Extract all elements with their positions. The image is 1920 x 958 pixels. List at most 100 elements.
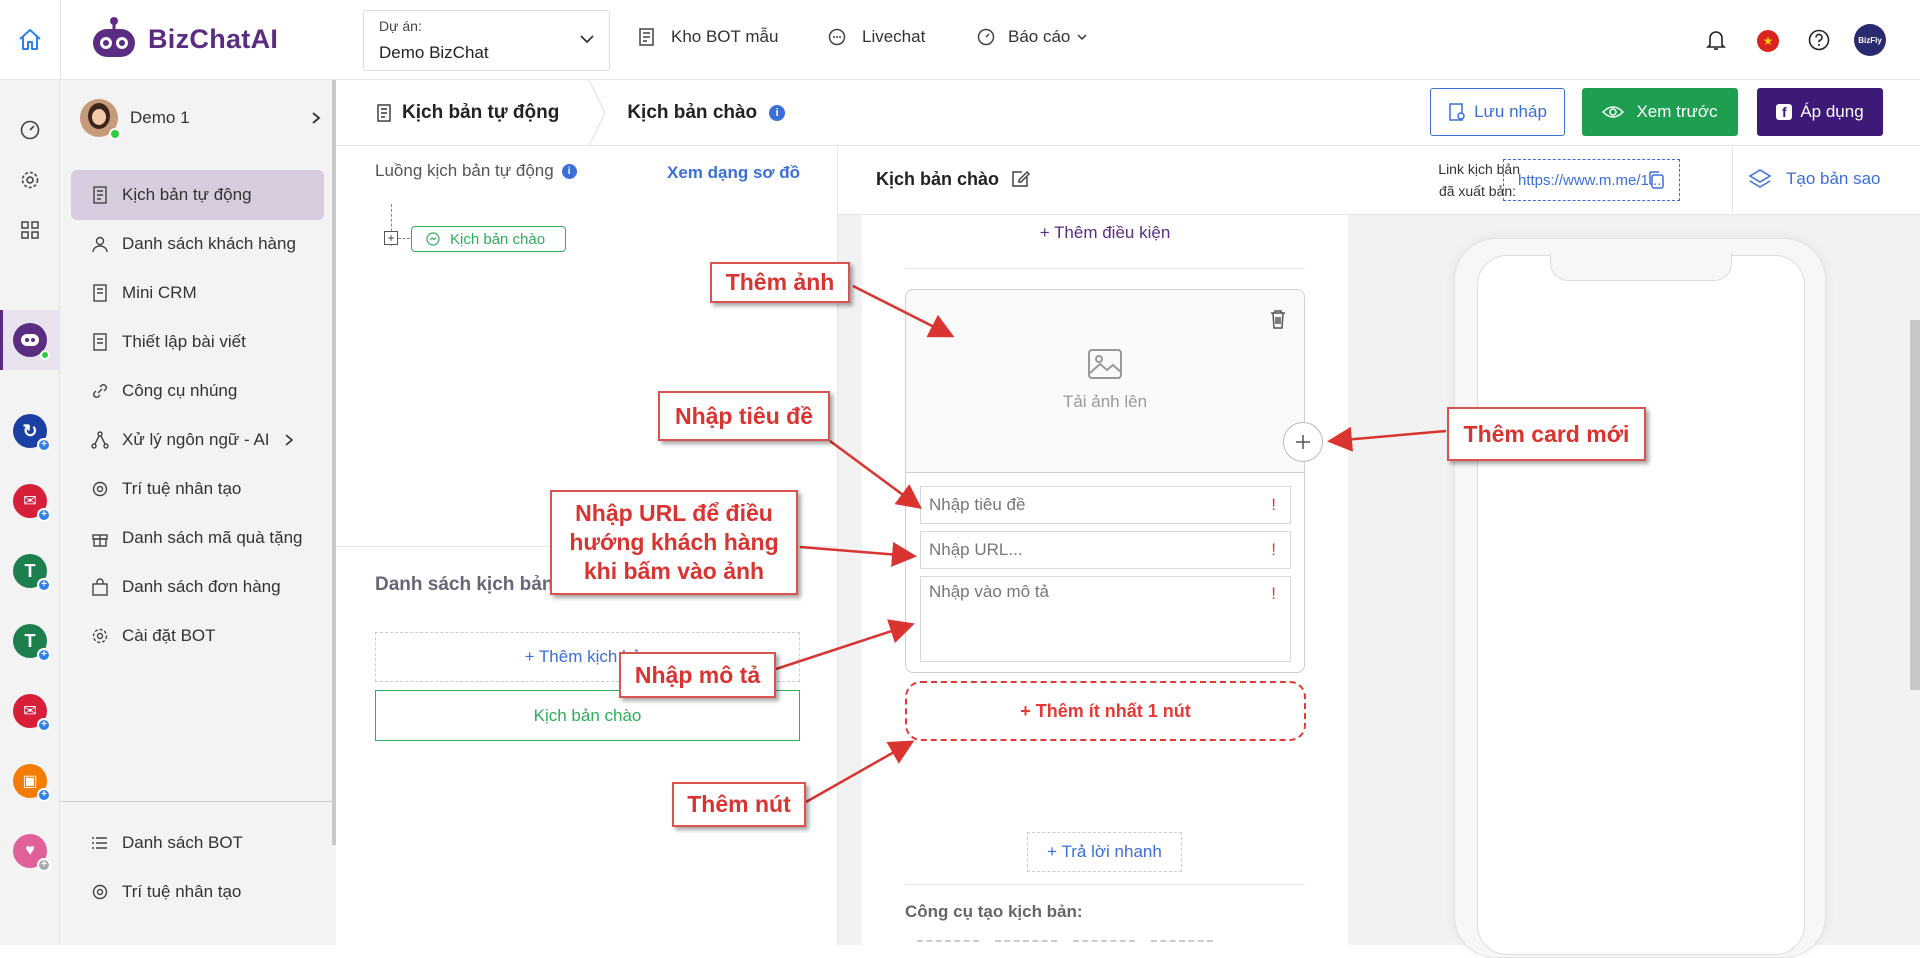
sidebar-item-khach-hang[interactable]: Danh sách khách hàng xyxy=(71,219,324,269)
sidebar-item-label: Xử lý ngôn ngữ - AI xyxy=(122,430,270,449)
shop-app-icon[interactable]: ▣ + xyxy=(13,764,51,802)
edit-icon[interactable] xyxy=(1009,168,1031,190)
apply-button[interactable]: f Áp dụng xyxy=(1757,88,1883,136)
script-icon xyxy=(90,185,110,205)
save-draft-label: Lưu nháp xyxy=(1474,102,1547,121)
tree-expand-icon[interactable]: + xyxy=(384,231,398,245)
info-icon[interactable]: i xyxy=(561,163,577,179)
callout-text-1: Nhập URL để điều xyxy=(575,500,773,526)
nav-label: Kho BOT mẫu xyxy=(671,27,779,46)
messenger-icon xyxy=(426,232,440,246)
project-label: Dự án: xyxy=(379,18,422,34)
published-link-field[interactable]: https://www.m.me/1... xyxy=(1503,159,1680,201)
callout-enter-desc: Nhập mô tả xyxy=(619,652,776,698)
bizchat-app-icon[interactable] xyxy=(13,323,50,360)
editor-title-row: Kịch bản chào Link kịch bản đã xuất bản:… xyxy=(838,146,1920,215)
project-value: Demo BizChat xyxy=(379,43,489,62)
bell-icon[interactable] xyxy=(1705,28,1727,52)
desc-placeholder: Nhập vào mô tả xyxy=(929,582,1050,601)
add-button-label: + Thêm ít nhất 1 nút xyxy=(1020,700,1191,721)
sidebar-item-ma-qua-tang[interactable]: Danh sách mã quà tặng xyxy=(71,513,324,563)
sidebar-item-label: Kịch bản tự động xyxy=(122,185,252,204)
required-mark: ! xyxy=(1271,540,1276,559)
logo[interactable]: BizChatAI xyxy=(88,14,278,64)
vietnam-flag-icon[interactable]: ★ xyxy=(1757,30,1779,52)
sidebar-item-kich-ban[interactable]: Kịch bản tự động xyxy=(71,170,324,220)
trello-app-icon[interactable]: T + xyxy=(13,554,51,592)
callout-add-card: Thêm card mới xyxy=(1447,407,1646,461)
description-textarea[interactable]: Nhập vào mô tả ! xyxy=(920,576,1291,662)
sidebar-item-don-hang[interactable]: Danh sách đơn hàng xyxy=(71,562,324,612)
callout-text: Nhập tiêu đề xyxy=(674,402,813,429)
add-condition-button[interactable]: + Thêm điều kiện xyxy=(862,223,1348,243)
copy-icon[interactable] xyxy=(1647,170,1665,190)
clone-button[interactable]: Tạo bản sao xyxy=(1748,168,1881,190)
image-icon xyxy=(1088,349,1122,379)
add-card-button[interactable] xyxy=(1283,422,1323,462)
chevron-down-icon xyxy=(1077,34,1087,41)
avatar[interactable]: BizFly xyxy=(1854,24,1886,56)
callout-text-3: khi bấm vào ảnh xyxy=(583,558,765,584)
image-upload-area[interactable]: Tải ảnh lên xyxy=(906,290,1304,473)
gear-icon xyxy=(90,626,110,646)
sidebar-item-label: Công cụ nhúng xyxy=(122,381,238,400)
sidebar-item-tri-tue[interactable]: Trí tuệ nhân tạo xyxy=(71,464,324,514)
sidebar-item-mini-crm[interactable]: Mini CRM xyxy=(71,268,324,318)
top-bar: BizChatAI Dự án: Demo BizChat Kho BOT mẫ… xyxy=(0,0,1920,80)
url-placeholder: Nhập URL... xyxy=(929,540,1023,559)
grid-icon[interactable] xyxy=(12,212,48,248)
user-card[interactable]: Demo 1 xyxy=(80,94,325,142)
project-selector[interactable]: Dự án: Demo BizChat xyxy=(363,10,610,71)
facebook-icon: f xyxy=(1776,104,1793,120)
help-icon[interactable] xyxy=(1807,28,1831,52)
trash-icon[interactable] xyxy=(1268,308,1288,330)
layers-icon xyxy=(1748,169,1772,188)
breadcrumb-root[interactable]: Kịch bản tự động xyxy=(336,102,559,124)
sync-app-icon[interactable]: ↻ + xyxy=(13,414,51,452)
save-draft-button[interactable]: Lưu nháp xyxy=(1430,88,1565,136)
sidebar-item-cong-cu-nhung[interactable]: Công cụ nhúng xyxy=(71,366,324,416)
nav-label: Báo cáo xyxy=(1008,27,1071,46)
mail-app-icon-2[interactable]: ✉ + xyxy=(13,694,51,732)
flow-node[interactable]: Kịch bản chào xyxy=(411,226,566,252)
title-placeholder: Nhập tiêu đề xyxy=(929,495,1026,514)
heart-app-icon[interactable]: ♥ + xyxy=(13,834,51,872)
phone-screen xyxy=(1477,255,1805,955)
info-icon[interactable]: i xyxy=(769,105,786,121)
sidebar-item-cai-dat-bot[interactable]: Cài đặt BOT xyxy=(71,611,324,661)
gear-icon[interactable] xyxy=(12,162,48,198)
home-icon[interactable] xyxy=(16,26,44,54)
avatar-text: BizFly xyxy=(1858,35,1882,45)
nav-livechat[interactable]: Livechat xyxy=(827,27,925,47)
preview-button[interactable]: Xem trước xyxy=(1582,88,1738,136)
plus-icon xyxy=(1296,435,1310,449)
nlp-icon xyxy=(90,430,110,450)
upload-label: Tải ảnh lên xyxy=(1062,392,1148,411)
callout-enter-url: Nhập URL để điều hướng khách hàng khi bấ… xyxy=(550,490,798,595)
avatar xyxy=(80,99,121,140)
sidebar-item-tri-tue-2[interactable]: Trí tuệ nhân tạo xyxy=(71,867,324,917)
crm-icon xyxy=(90,283,110,303)
required-mark: ! xyxy=(1271,584,1276,603)
trello-app-icon-2[interactable]: T + xyxy=(13,624,51,662)
view-diagram-link[interactable]: Xem dạng sơ đồ xyxy=(667,163,800,183)
eye-icon xyxy=(1602,106,1625,118)
quick-reply-button[interactable]: + Trả lời nhanh xyxy=(1027,832,1182,872)
divider xyxy=(1732,146,1733,215)
chevron-right-icon xyxy=(312,112,321,124)
add-button-area[interactable]: + Thêm ít nhất 1 nút xyxy=(905,681,1306,741)
gauge-icon xyxy=(977,28,995,46)
sidebar-item-danh-sach-bot[interactable]: Danh sách BOT xyxy=(71,818,324,868)
sidebar-item-xu-ly-ngon-ngu[interactable]: Xử lý ngôn ngữ - AI xyxy=(71,415,324,465)
nav-kho-bot[interactable]: Kho BOT mẫu xyxy=(638,27,778,47)
chat-bubble-icon xyxy=(828,28,846,46)
sidebar-item-bai-viet[interactable]: Thiết lập bài viết xyxy=(71,317,324,367)
template-icon xyxy=(639,28,654,46)
page-scrollbar[interactable] xyxy=(1910,320,1920,690)
mail-app-icon[interactable]: ✉ + xyxy=(13,484,51,522)
title-input[interactable]: Nhập tiêu đề ! xyxy=(920,486,1291,524)
url-input[interactable]: Nhập URL... ! xyxy=(920,531,1291,569)
link-label-line-1: Link kịch bản xyxy=(1438,161,1520,177)
dashboard-icon[interactable] xyxy=(12,112,48,148)
nav-bao-cao[interactable]: Báo cáo xyxy=(976,27,1088,47)
